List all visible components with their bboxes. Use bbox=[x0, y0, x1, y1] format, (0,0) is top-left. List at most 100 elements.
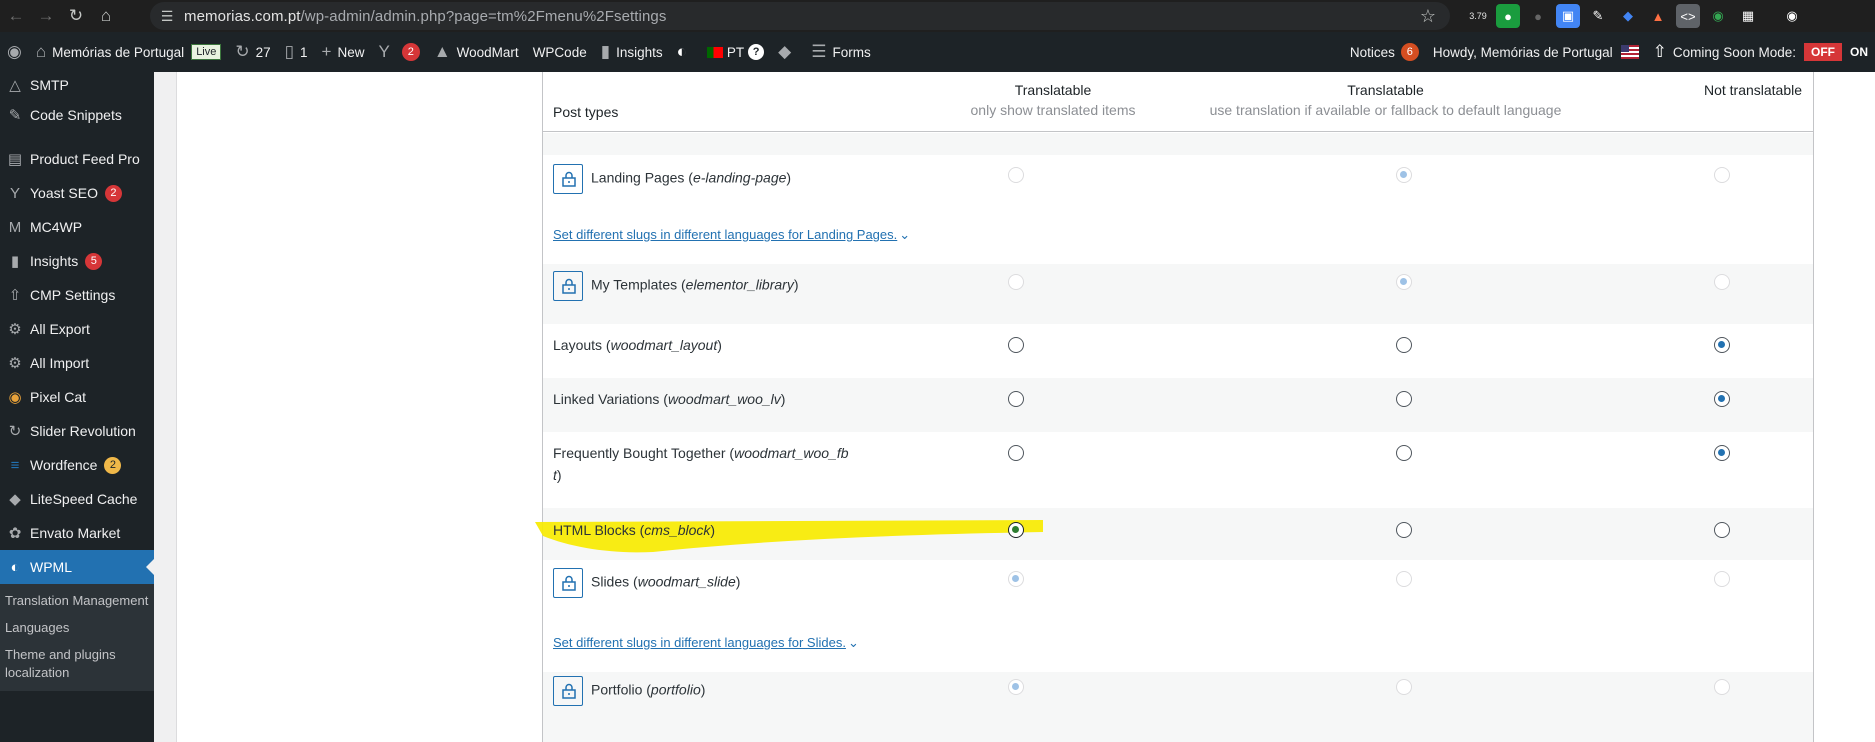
radio-fbt-translatable-only[interactable] bbox=[1008, 445, 1024, 461]
radio-fbt-translatable-fallback[interactable] bbox=[1396, 445, 1412, 461]
wpml-menu[interactable]: ◐ bbox=[670, 32, 700, 72]
extension-globe-icon[interactable]: ◉ bbox=[1706, 4, 1730, 28]
on-label: ON bbox=[1850, 45, 1868, 59]
slug-link-slides[interactable]: Set different slugs in different languag… bbox=[553, 635, 859, 651]
profile-avatar-icon[interactable]: ◉ bbox=[1780, 4, 1804, 28]
sidebar-item-code-snippets[interactable]: ✎ Code Snippets bbox=[0, 98, 154, 132]
radio-landing-pages-translatable-only[interactable] bbox=[1008, 167, 1024, 183]
sidebar-item-envato-market[interactable]: ✿ Envato Market bbox=[0, 516, 154, 550]
radio-html-blocks-not-translatable[interactable] bbox=[1714, 522, 1730, 538]
extension-person-icon[interactable]: ▲ bbox=[1646, 4, 1670, 28]
radio-slides-translatable-only[interactable] bbox=[1008, 571, 1024, 587]
extension-badge-icon[interactable]: 3.79 bbox=[1466, 4, 1490, 28]
sidebar-item-pixel-cat[interactable]: ◉ Pixel Cat bbox=[0, 380, 154, 414]
insights-icon: ▮ bbox=[10, 253, 20, 270]
radio-linked-variations-translatable-only[interactable] bbox=[1008, 391, 1024, 407]
sidebar-item-product-feed-pro[interactable]: ▤ Product Feed Pro bbox=[0, 142, 154, 176]
radio-landing-pages-translatable-fallback[interactable] bbox=[1396, 167, 1412, 183]
insights-menu[interactable]: ▮ Insights bbox=[594, 32, 670, 72]
woodmart-menu[interactable]: ▲ WoodMart bbox=[427, 32, 526, 72]
wp-logo-icon[interactable]: ◉ bbox=[0, 32, 29, 72]
coming-soon-toggle[interactable]: ⇧ Coming Soon Mode: OFF ON bbox=[1646, 32, 1875, 72]
yoast-menu[interactable]: Y2 bbox=[371, 32, 426, 72]
sidebar-item-mc4wp[interactable]: M MC4WP bbox=[0, 210, 154, 244]
radio-fbt-not-translatable[interactable] bbox=[1714, 445, 1730, 461]
radio-html-blocks-translatable-fallback[interactable] bbox=[1396, 522, 1412, 538]
radio-my-templates-not-translatable[interactable] bbox=[1714, 274, 1730, 290]
browser-toolbar: ← → ↻ ⌂ ☰ memorias.com.pt/wp-admin/admin… bbox=[0, 0, 1875, 32]
notices-menu[interactable]: Notices 6 bbox=[1343, 32, 1426, 72]
wp-admin-bar: ◉ ⌂ Memórias de Portugal Live ↻ 27 ▯ 1 + New … bbox=[0, 32, 1875, 72]
lock-icon bbox=[553, 164, 583, 194]
bookmark-star-icon[interactable]: ☆ bbox=[1420, 6, 1436, 27]
sidebar-item-all-export[interactable]: ⚙ All Export bbox=[0, 312, 154, 346]
extension-shield-icon[interactable]: ● bbox=[1496, 4, 1520, 28]
forward-icon[interactable]: → bbox=[32, 2, 60, 30]
yoast-icon: Y bbox=[9, 184, 20, 202]
radio-linked-variations-not-translatable[interactable] bbox=[1714, 391, 1730, 407]
updates-menu[interactable]: ↻ 27 bbox=[228, 32, 277, 72]
forms-menu[interactable]: ☰ Forms bbox=[804, 32, 878, 72]
sidebar-item-insights[interactable]: ▮ Insights 5 bbox=[0, 244, 154, 278]
sidebar-item-cmp-settings[interactable]: ⇧ CMP Settings bbox=[0, 278, 154, 312]
radio-portfolio-translatable-fallback[interactable] bbox=[1396, 679, 1412, 695]
radio-slides-not-translatable[interactable] bbox=[1714, 571, 1730, 587]
reload-icon[interactable]: ↻ bbox=[62, 2, 90, 30]
radio-portfolio-translatable-only[interactable] bbox=[1008, 679, 1024, 695]
envato-icon: ✿ bbox=[8, 525, 22, 542]
extensions-puzzle-icon[interactable]: ▦ bbox=[1736, 4, 1760, 28]
chevron-down-icon: ⌄ bbox=[847, 635, 859, 650]
eyedropper-icon[interactable]: ✎ bbox=[1586, 4, 1610, 28]
radio-layouts-translatable-fallback[interactable] bbox=[1396, 337, 1412, 353]
radio-my-templates-translatable-only[interactable] bbox=[1008, 274, 1024, 290]
chevron-down-icon: ⌄ bbox=[899, 227, 911, 242]
radio-layouts-translatable-only[interactable] bbox=[1008, 337, 1024, 353]
wpcode-menu[interactable]: WPCode bbox=[526, 32, 594, 72]
submenu-translation-management[interactable]: Translation Management bbox=[0, 588, 154, 615]
site-info-icon[interactable]: ☰ bbox=[150, 8, 184, 25]
url-text: memorias.com.pt/wp-admin/admin.php?page=… bbox=[184, 7, 667, 25]
home-icon[interactable]: ⌂ bbox=[92, 2, 120, 30]
extension-gray-icon[interactable]: ● bbox=[1526, 4, 1550, 28]
woodmart-icon: ▲ bbox=[433, 42, 451, 61]
extension-window-icon[interactable]: ▣ bbox=[1556, 4, 1580, 28]
extension-tag-icon[interactable]: ◆ bbox=[1616, 4, 1640, 28]
radio-landing-pages-not-translatable[interactable] bbox=[1714, 167, 1730, 183]
wpml-submenu: Translation Management Languages Theme a… bbox=[0, 584, 154, 691]
radio-my-templates-translatable-fallback[interactable] bbox=[1396, 274, 1412, 290]
radio-html-blocks-translatable-only[interactable] bbox=[1008, 522, 1024, 538]
diamond-icon: ◆ bbox=[778, 42, 792, 61]
address-bar[interactable]: ☰ memorias.com.pt/wp-admin/admin.php?pag… bbox=[150, 2, 1450, 30]
row-label-html-blocks: HTML Blocks (cms_block) bbox=[553, 522, 716, 538]
submenu-theme-plugins-localization[interactable]: Theme and plugins localization bbox=[0, 642, 154, 687]
radio-linked-variations-translatable-fallback[interactable] bbox=[1396, 391, 1412, 407]
radio-layouts-not-translatable[interactable] bbox=[1714, 337, 1730, 353]
sidebar-item-slider-revolution[interactable]: ↻ Slider Revolution bbox=[0, 414, 154, 448]
new-content-menu[interactable]: + New bbox=[315, 32, 372, 72]
language-switcher[interactable]: PT? bbox=[700, 32, 771, 72]
back-icon[interactable]: ← bbox=[2, 2, 30, 30]
off-badge: OFF bbox=[1804, 43, 1842, 61]
comments-menu[interactable]: ▯ 1 bbox=[278, 32, 315, 72]
sidebar-item-wordfence[interactable]: ≡ Wordfence 2 bbox=[0, 448, 154, 482]
slug-link-landing-pages[interactable]: Set different slugs in different languag… bbox=[553, 227, 910, 243]
import-icon: ⚙ bbox=[8, 355, 22, 372]
sidebar-item-smtp[interactable]: △ SMTP bbox=[0, 72, 154, 98]
radio-slides-translatable-fallback[interactable] bbox=[1396, 571, 1412, 587]
radio-portfolio-not-translatable[interactable] bbox=[1714, 679, 1730, 695]
diamond-menu[interactable]: ◆ bbox=[771, 32, 804, 72]
row-label-linked-variations: Linked Variations (woodmart_woo_lv) bbox=[553, 391, 786, 407]
avatar bbox=[1620, 45, 1639, 59]
extension-code-icon[interactable]: <> bbox=[1676, 4, 1700, 28]
my-account-menu[interactable]: Howdy, Memórias de Portugal bbox=[1426, 32, 1646, 72]
site-name-menu[interactable]: ⌂ Memórias de Portugal Live bbox=[29, 32, 229, 72]
plus-icon: + bbox=[321, 42, 332, 61]
table-header: Post types Translatable only show transla… bbox=[543, 72, 1813, 132]
sidebar-item-wpml[interactable]: ◐ WPML bbox=[0, 550, 154, 584]
home-icon: ⌂ bbox=[35, 42, 47, 61]
code-snippets-icon: ✎ bbox=[8, 107, 22, 124]
sidebar-item-all-import[interactable]: ⚙ All Import bbox=[0, 346, 154, 380]
sidebar-item-yoast-seo[interactable]: Y Yoast SEO 2 bbox=[0, 176, 154, 210]
submenu-languages[interactable]: Languages bbox=[0, 615, 154, 642]
sidebar-item-litespeed-cache[interactable]: ◆ LiteSpeed Cache bbox=[0, 482, 154, 516]
